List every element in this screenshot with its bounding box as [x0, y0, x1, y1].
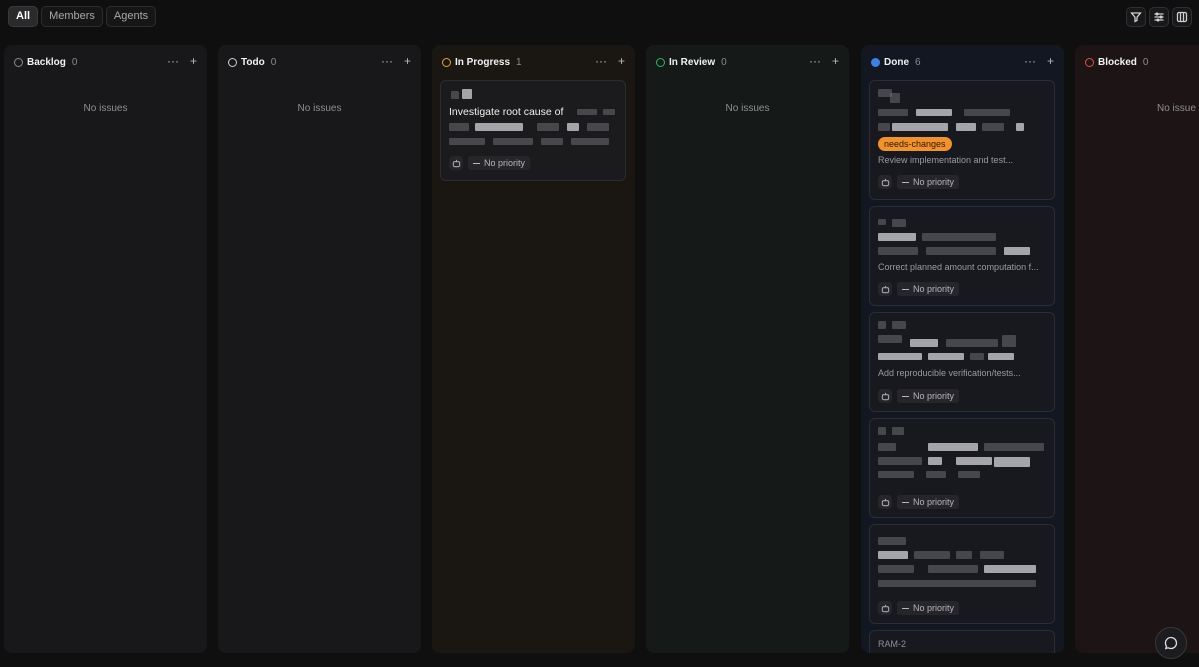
column-done: Done 6 ··· + needs-changes Review implem…	[861, 45, 1064, 653]
agent-icon[interactable]	[878, 495, 892, 509]
add-icon[interactable]: +	[190, 55, 197, 67]
no-priority-icon	[902, 395, 909, 397]
priority-label: No priority	[484, 158, 526, 168]
issue-card[interactable]: Correct planned amount computation f... …	[869, 206, 1055, 306]
issue-card[interactable]: RAM-2	[869, 630, 1055, 653]
empty-state: No issue	[1157, 103, 1196, 114]
more-icon[interactable]: ···	[595, 55, 607, 67]
agent-icon[interactable]	[878, 282, 892, 296]
add-icon[interactable]: +	[404, 55, 411, 67]
more-icon[interactable]: ···	[381, 55, 393, 67]
column-title: In Review	[669, 56, 716, 68]
add-icon[interactable]: +	[1047, 55, 1054, 67]
column-count: 0	[71, 56, 78, 68]
add-icon[interactable]: +	[832, 55, 839, 67]
issue-card[interactable]: Investigate root cause of No priority	[440, 80, 626, 181]
display-settings-icon[interactable]	[1149, 7, 1169, 27]
filter-tab-agents[interactable]: Agents	[105, 6, 157, 27]
no-priority-icon	[902, 288, 909, 290]
top-bar: All Members Agents	[0, 0, 1199, 34]
column-blocked: Blocked 0 No issue	[1075, 45, 1199, 653]
priority-label: No priority	[913, 391, 955, 401]
agent-icon[interactable]	[878, 601, 892, 615]
empty-state: No issues	[297, 103, 342, 114]
no-priority-icon	[902, 501, 909, 503]
empty-state: No issues	[83, 103, 128, 114]
no-priority-icon	[902, 607, 909, 609]
more-icon[interactable]: ···	[1024, 55, 1036, 67]
chat-button[interactable]	[1155, 627, 1187, 659]
no-priority-icon	[902, 181, 909, 183]
label-badge[interactable]: needs-changes	[878, 137, 952, 151]
agent-icon[interactable]	[878, 175, 892, 189]
priority-chip[interactable]: No priority	[897, 495, 960, 509]
no-priority-icon	[473, 162, 480, 164]
priority-label: No priority	[913, 284, 955, 294]
column-count: 1	[516, 56, 522, 68]
issue-description: Correct planned amount computation f...	[878, 262, 1039, 272]
board-view-icon[interactable]	[1172, 7, 1192, 27]
priority-chip[interactable]: No priority	[897, 389, 960, 403]
column-title: In Progress	[455, 56, 511, 68]
priority-label: No priority	[913, 497, 955, 507]
add-icon[interactable]: +	[618, 55, 625, 67]
column-count: 0	[1142, 56, 1149, 68]
column-in-progress: In Progress 1 ··· + Investigate root cau…	[432, 45, 635, 653]
column-count: 6	[915, 56, 921, 68]
issue-card[interactable]: No priority	[869, 524, 1055, 624]
status-in-review-icon	[656, 57, 665, 67]
agent-icon[interactable]	[449, 156, 463, 170]
status-todo-icon	[228, 57, 237, 67]
status-in-progress-icon	[442, 57, 451, 67]
chat-bubble-icon	[1164, 636, 1178, 650]
filter-tabs: All Members Agents	[8, 6, 157, 27]
column-count: 0	[721, 56, 727, 68]
issue-description: Add reproducible verification/tests...	[878, 368, 1021, 378]
priority-chip[interactable]: No priority	[468, 156, 531, 170]
empty-state: No issues	[725, 103, 770, 114]
column-title: Done	[884, 56, 909, 68]
status-blocked-icon	[1085, 57, 1094, 67]
filter-tab-members[interactable]: Members	[41, 6, 103, 27]
kanban-board: Backlog 0 ··· + No issues Todo 0 ··· + N…	[0, 45, 1199, 653]
priority-chip[interactable]: No priority	[897, 282, 960, 296]
issue-id: RAM-2	[878, 639, 907, 649]
priority-chip[interactable]: No priority	[897, 601, 960, 615]
more-icon[interactable]: ···	[167, 55, 179, 67]
status-backlog-icon	[14, 57, 23, 67]
column-in-review: In Review 0 ··· + No issues	[646, 45, 849, 653]
priority-chip[interactable]: No priority	[897, 175, 960, 189]
agent-icon[interactable]	[878, 389, 892, 403]
view-tools	[1126, 7, 1192, 27]
column-backlog: Backlog 0 ··· + No issues	[4, 45, 207, 653]
filter-tab-all[interactable]: All	[8, 6, 39, 27]
issue-card[interactable]: No priority	[869, 418, 1055, 518]
priority-label: No priority	[913, 603, 955, 613]
column-todo: Todo 0 ··· + No issues	[218, 45, 421, 653]
column-title: Backlog	[27, 56, 66, 68]
issue-id-redacted	[449, 89, 479, 100]
issue-card[interactable]: Add reproducible verification/tests... N…	[869, 312, 1055, 412]
status-done-icon	[871, 57, 880, 67]
column-count: 0	[270, 56, 277, 68]
more-icon[interactable]: ···	[809, 55, 821, 67]
filter-icon[interactable]	[1126, 7, 1146, 27]
priority-label: No priority	[913, 177, 955, 187]
issue-description: Review implementation and test...	[878, 155, 1014, 165]
issue-card[interactable]: needs-changes Review implementation and …	[869, 80, 1055, 200]
column-title: Todo	[241, 56, 265, 68]
column-title: Blocked	[1098, 56, 1137, 68]
